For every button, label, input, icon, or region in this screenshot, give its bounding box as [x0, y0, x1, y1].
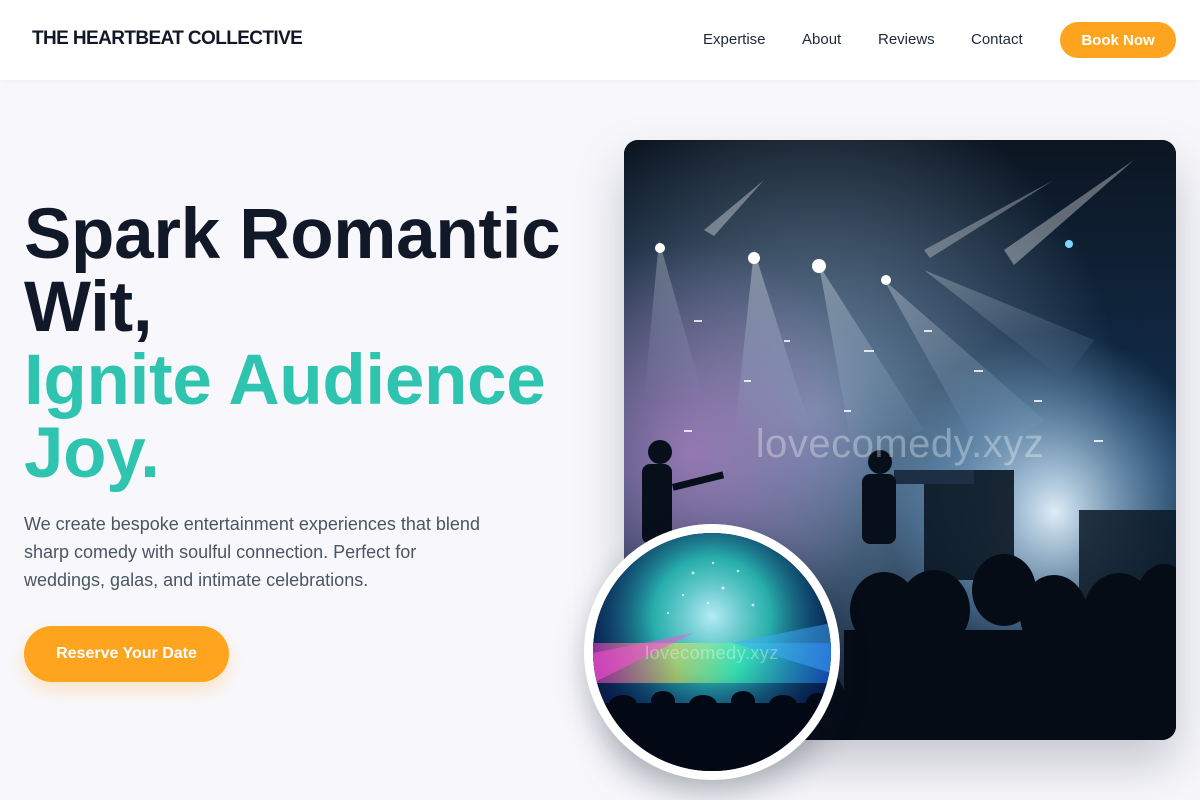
festival-crowd-photo-frame: lovecomedy.xyz [593, 533, 831, 771]
main-image-watermark: lovecomedy.xyz [755, 422, 1045, 466]
headline-line-4: Joy. [24, 414, 160, 493]
hero-description: We create bespoke entertainment experien… [24, 514, 480, 590]
festival-crowd-photo: lovecomedy.xyz [584, 524, 840, 780]
hero-headline: Spark Romantic Wit, Ignite Audience Joy. [24, 198, 604, 490]
site-header: THE HEARTBEAT COLLECTIVE Expertise About… [0, 0, 1200, 80]
headline-line-3: Ignite Audience [24, 341, 546, 420]
nav-link-reviews[interactable]: Reviews [878, 31, 935, 48]
book-now-button[interactable]: Book Now [1060, 22, 1176, 58]
nav-link-about[interactable]: About [802, 31, 841, 48]
nav-link-contact[interactable]: Contact [971, 31, 1023, 48]
headline-line-2: Wit, [24, 268, 153, 347]
reserve-date-button[interactable]: Reserve Your Date [24, 626, 229, 682]
brand-logo[interactable]: THE HEARTBEAT COLLECTIVE [32, 28, 303, 50]
inset-image-watermark: lovecomedy.xyz [645, 643, 779, 663]
nav-link-expertise[interactable]: Expertise [703, 31, 766, 48]
headline-line-1: Spark Romantic [24, 195, 561, 274]
